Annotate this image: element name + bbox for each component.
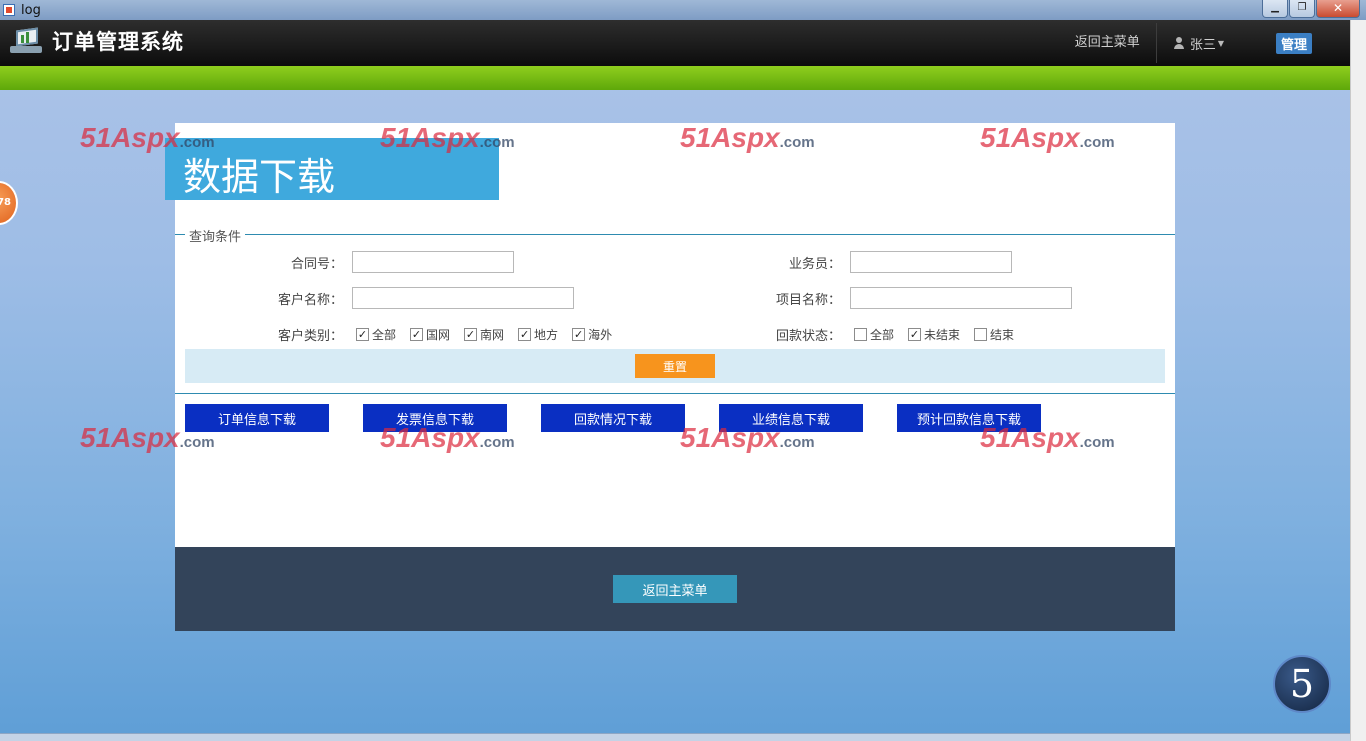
fieldset-border bbox=[175, 234, 1175, 235]
user-name: 张三 bbox=[1189, 37, 1216, 53]
window-controls: ▁ ❐ ✕ bbox=[1261, 0, 1360, 18]
customer-name-input[interactable] bbox=[352, 287, 574, 309]
customer-type-label: 客户类别： bbox=[277, 329, 343, 344]
checkbox-box: ✓ bbox=[356, 328, 369, 341]
checkbox-box bbox=[854, 328, 867, 341]
customer-type-south-grid-checkbox[interactable]: ✓ 南网 bbox=[464, 326, 504, 343]
brand[interactable]: 订单管理系统 bbox=[10, 26, 184, 56]
checkbox-box: ✓ bbox=[572, 328, 586, 341]
watermark-logo: 51Aspx.com bbox=[980, 422, 1115, 453]
window-scrollbar[interactable] bbox=[1350, 20, 1366, 741]
minimize-button[interactable]: ▁ bbox=[1262, 0, 1288, 18]
close-button[interactable]: ✕ bbox=[1316, 0, 1360, 18]
back-to-main-menu-link[interactable]: 返回主菜单 bbox=[1059, 20, 1156, 66]
checkbox-box bbox=[974, 328, 988, 341]
checkbox-box: ✓ bbox=[410, 328, 424, 341]
payment-status-finished-checkbox[interactable]: 结束 bbox=[974, 326, 1014, 343]
back-to-main-menu-button[interactable]: 返回主菜单 bbox=[613, 575, 737, 603]
watermark-logo: 51Aspx.com bbox=[680, 422, 815, 453]
window-title: log bbox=[21, 2, 41, 18]
corner-float-badge[interactable]: 5 bbox=[1273, 655, 1331, 713]
app-header: 订单管理系统 返回主菜单 张三 ▼ 管理 bbox=[0, 20, 1350, 66]
watermark-logo: 51Aspx.com bbox=[80, 122, 215, 153]
salesman-label: 业务员： bbox=[788, 257, 841, 272]
header-accent-bar bbox=[0, 66, 1350, 90]
user-menu[interactable]: 张三 ▼ bbox=[1157, 34, 1246, 53]
main-panel: 数据下载 查询条件 合同号： 业务员： 客户名称： 项目名称： 客户类别： ✓ 全… bbox=[165, 123, 1175, 631]
monitor-chart-icon bbox=[10, 27, 42, 55]
section-divider bbox=[175, 393, 1175, 394]
watermark-logo: 51Aspx.com bbox=[380, 122, 515, 153]
checkbox-box: ✓ bbox=[518, 328, 532, 341]
admin-button[interactable]: 管理 bbox=[1275, 32, 1312, 54]
watermark-logo: 51Aspx.com bbox=[380, 422, 515, 453]
taskbar bbox=[0, 733, 1350, 741]
reset-row: 重置 bbox=[185, 349, 1165, 383]
customer-type-state-grid-checkbox[interactable]: ✓ 国网 bbox=[410, 326, 450, 343]
checkbox-box: ✓ bbox=[908, 328, 922, 341]
checkbox-box: ✓ bbox=[464, 328, 478, 341]
customer-type-group: ✓ 全部 ✓ 国网 ✓ 南网 ✓ 地方 ✓ 海外 bbox=[356, 326, 626, 343]
page-title: 数据下载 bbox=[183, 155, 336, 199]
caret-down-icon: ▼ bbox=[1217, 38, 1224, 48]
payment-status-all-checkbox[interactable]: 全部 bbox=[854, 326, 894, 343]
salesman-input[interactable] bbox=[850, 251, 1012, 273]
contract-no-input[interactable] bbox=[352, 251, 514, 273]
watermark-logo: 51Aspx.com bbox=[980, 122, 1115, 153]
customer-type-all-checkbox[interactable]: ✓ 全部 bbox=[356, 326, 396, 343]
customer-name-label: 客户名称： bbox=[277, 293, 343, 308]
payment-status-label: 回款状态： bbox=[775, 329, 841, 344]
payment-status-unfinished-checkbox[interactable]: ✓ 未结束 bbox=[908, 326, 960, 343]
contract-no-label: 合同号： bbox=[290, 257, 343, 272]
side-float-badge[interactable]: 78 bbox=[0, 181, 18, 225]
app-title: 订单管理系统 bbox=[52, 30, 184, 54]
reset-button[interactable]: 重置 bbox=[635, 354, 715, 378]
app-icon bbox=[3, 4, 15, 16]
payment-status-group: 全部 ✓ 未结束 结束 bbox=[854, 326, 1028, 343]
watermark-logo: 51Aspx.com bbox=[680, 122, 815, 153]
maximize-button[interactable]: ❐ bbox=[1289, 0, 1315, 18]
project-name-input[interactable] bbox=[850, 287, 1072, 309]
download-payment-status-button[interactable]: 回款情况下载 bbox=[541, 404, 685, 432]
panel-footer: 返回主菜单 bbox=[175, 547, 1175, 631]
header-nav: 返回主菜单 张三 ▼ 管理 bbox=[1059, 20, 1350, 66]
customer-type-local-checkbox[interactable]: ✓ 地方 bbox=[518, 326, 558, 343]
watermark-logo: 51Aspx.com bbox=[80, 422, 215, 453]
window-titlebar: log ▁ ❐ ✕ bbox=[0, 0, 1366, 20]
user-icon bbox=[1173, 36, 1185, 50]
customer-type-overseas-checkbox[interactable]: ✓ 海外 bbox=[572, 326, 612, 343]
project-name-label: 项目名称： bbox=[775, 293, 841, 308]
fieldset-legend: 查询条件 bbox=[185, 226, 246, 245]
